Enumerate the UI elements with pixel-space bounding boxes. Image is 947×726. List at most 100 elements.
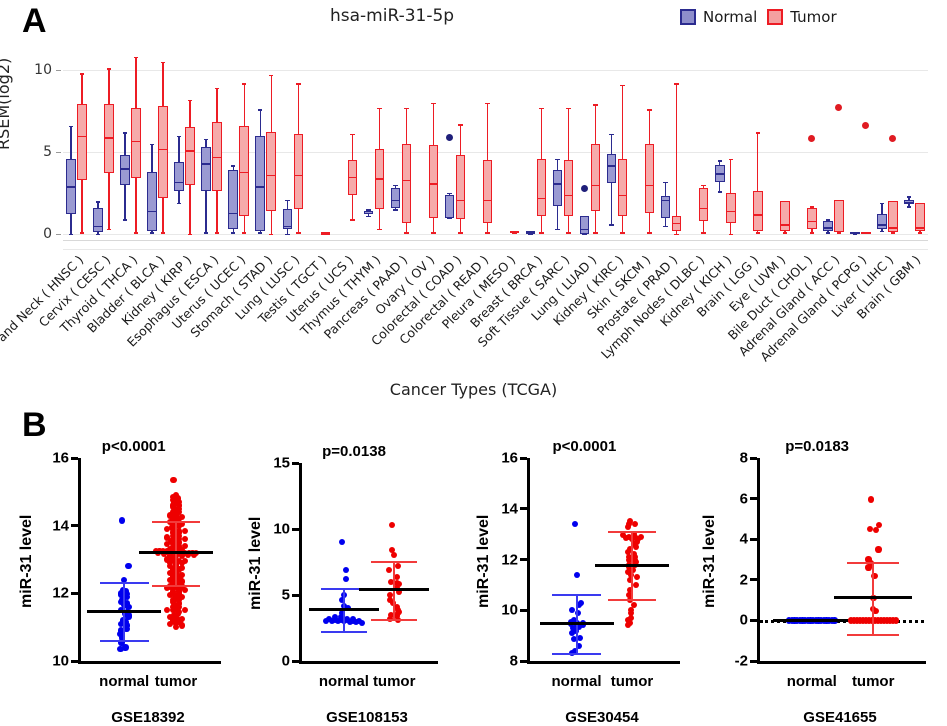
subplot-data-point [343, 566, 350, 573]
chart-a-box[interactable] [228, 170, 238, 230]
chart-a-median [347, 176, 358, 178]
chart-a-box[interactable] [726, 193, 736, 223]
chart-a-whisker [676, 83, 678, 234]
chart-a-whisker-cap [836, 232, 842, 234]
chart-a-box[interactable] [877, 214, 887, 230]
chart-a-whisker-cap [528, 234, 533, 236]
chart-a-box[interactable] [401, 143, 412, 223]
subplot-data-point [181, 527, 189, 534]
subplot-mean-bar [359, 588, 430, 592]
chart-a-y-tick-label: 10 [34, 62, 52, 78]
chart-a-median [780, 224, 790, 226]
chart-a-whisker-cap [782, 232, 788, 234]
chart-a-median [644, 184, 655, 187]
chart-a-box[interactable] [104, 104, 114, 174]
subplot-dataset-label: GSE30454 [565, 709, 639, 726]
subplot-group-label: tumor [372, 673, 416, 690]
chart-a-box[interactable] [780, 201, 790, 231]
chart-a-box[interactable] [617, 158, 628, 216]
chart-a-box[interactable] [698, 188, 709, 221]
subplot-error-bar-cap [847, 561, 899, 564]
subplot-y-tick-label: 10 [273, 520, 290, 538]
chart-a-box[interactable] [428, 145, 439, 218]
chart-a-box[interactable] [563, 160, 574, 216]
chart-a-box[interactable] [390, 188, 401, 208]
chart-a-whisker-cap [214, 88, 220, 90]
subplot-y-tick-label: 6 [739, 490, 748, 508]
subplot-p-value: p=0.0183 [785, 438, 850, 455]
subplot-data-point [322, 618, 329, 625]
chart-a-median [715, 173, 725, 175]
chart-a-box[interactable] [158, 106, 168, 198]
chart-a-box[interactable] [455, 155, 466, 220]
chart-a-whisker-cap [582, 234, 587, 236]
chart-a-whisker-cap [296, 83, 301, 85]
chart-a-box[interactable] [120, 155, 130, 185]
chart-a-whisker-cap [447, 217, 452, 219]
chart-a-whisker-cap [160, 232, 166, 234]
subplot-data-point [338, 539, 345, 546]
subplot-y-tick-label: 10 [501, 601, 518, 619]
subplot-mean-bar [834, 596, 913, 600]
chart-a-whisker-cap [647, 109, 652, 111]
chart-a-whisker-cap [106, 229, 112, 231]
subplot-x-axis [527, 661, 680, 664]
chart-a-box[interactable] [807, 207, 817, 230]
chart-a-box[interactable] [579, 215, 590, 234]
chart-a-box[interactable] [147, 171, 157, 231]
chart-a-box[interactable] [552, 170, 563, 207]
chart-a-median [482, 199, 493, 201]
chart-a-whisker-cap [663, 225, 668, 228]
chart-a-box[interactable] [93, 207, 103, 233]
chart-a-whisker-cap [187, 234, 193, 236]
chart-a-whisker-cap [106, 68, 112, 70]
chart-a-box[interactable] [174, 161, 184, 192]
chart-a-box[interactable] [131, 107, 141, 179]
chart-a-box[interactable] [834, 199, 844, 233]
chart-a-whisker-cap [755, 132, 761, 134]
subplot-y-tick [292, 461, 299, 465]
legend-item-normal[interactable]: Normal [680, 8, 757, 26]
chart-a-box[interactable] [590, 143, 601, 212]
subplot-data-point [118, 517, 126, 524]
chart-a-box[interactable] [266, 132, 276, 212]
chart-a-box[interactable] [644, 143, 655, 213]
subplot-mean-bar [308, 608, 379, 612]
chart-a-median [915, 227, 925, 229]
subplot-data-point [181, 536, 189, 543]
chart-a-whisker-cap [95, 201, 101, 203]
chart-a-median [77, 135, 87, 137]
chart-a-box[interactable] [823, 220, 833, 231]
chart-a-whisker-cap [566, 232, 571, 234]
subplot-data-point [385, 566, 392, 573]
subplot-data-point [568, 630, 575, 637]
chart-a-title: hsa-miR-31-5p [330, 6, 455, 26]
chart-a-box[interactable] [77, 104, 87, 180]
chart-a-box[interactable] [185, 127, 195, 185]
chart-a-box[interactable] [255, 135, 265, 231]
chart-a-whisker-cap [879, 202, 885, 205]
chart-a-box[interactable] [444, 194, 455, 218]
chart-a-gridline [63, 70, 928, 71]
subplot-data-point [170, 476, 177, 484]
legend-item-tumor[interactable]: Tumor [767, 8, 837, 26]
legend-label-normal: Normal [703, 8, 758, 26]
chart-a-median [753, 214, 763, 216]
chart-a-box[interactable] [482, 160, 493, 223]
chart-a-box[interactable] [293, 133, 304, 210]
chart-a-median [374, 178, 385, 180]
chart-a-median [147, 211, 157, 213]
subplot-data-point [577, 635, 584, 642]
chart-a-box[interactable] [606, 153, 617, 184]
subplot-gse108153: 0 5 10 15 miR-31 level p=0.0138 GSE108153 norma… [237, 400, 459, 726]
subplot-group-label: normal [786, 673, 837, 690]
chart-a-whisker-cap [79, 232, 85, 234]
chart-a-whisker-cap [431, 232, 436, 234]
chart-a-box[interactable] [201, 147, 211, 192]
subplot-data-point [873, 526, 880, 534]
chart-a-whisker-cap [404, 232, 409, 234]
chart-a-whisker-cap [539, 107, 544, 110]
chart-a-box[interactable] [536, 158, 547, 216]
subplot-data-point [633, 543, 640, 550]
chart-a-box[interactable] [753, 191, 763, 231]
